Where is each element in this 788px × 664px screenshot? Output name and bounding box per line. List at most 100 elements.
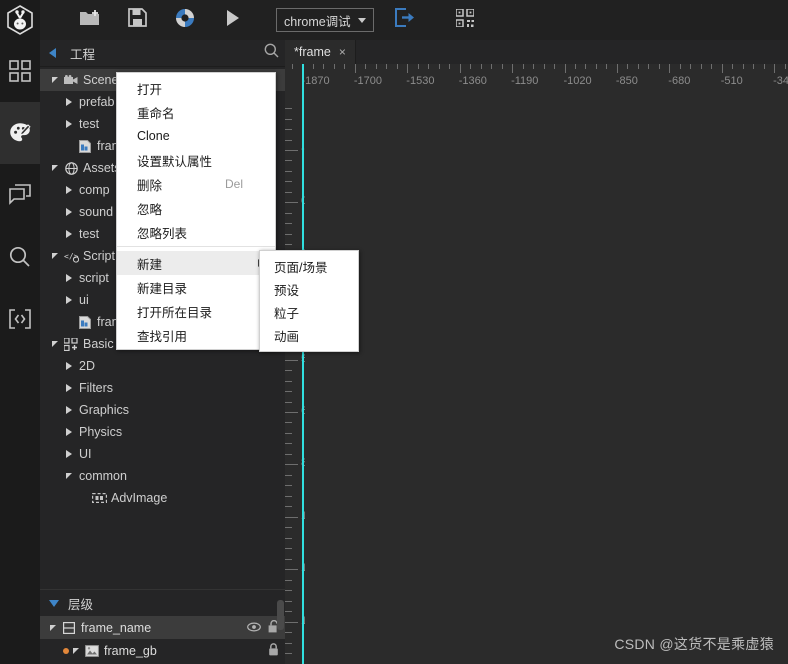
scene-file-icon [76,139,94,153]
ruler-tick [285,212,292,214]
debug-target-select[interactable]: chrome调试 [276,8,374,32]
tree-item-label: Script [83,249,115,263]
context-menu-item[interactable]: 新建 [117,251,275,275]
ruler-tick [285,223,292,225]
ruler-tick [285,191,292,193]
ruler-tick [292,64,294,69]
hierarchy-panel-header[interactable]: 层级 [40,590,285,616]
tree-twisty[interactable] [62,450,76,458]
tree-item[interactable]: Filters [40,377,285,399]
tree-twisty[interactable] [62,473,76,479]
chevron-right-icon [66,362,72,370]
chevron-right-icon [66,450,72,458]
canvas-viewport[interactable] [305,90,788,664]
chevron-right-icon [66,274,72,282]
rail-item-code[interactable] [0,288,40,350]
hierarchy-twisty[interactable] [69,647,83,654]
tree-twisty[interactable] [62,208,76,216]
save-button[interactable] [120,6,154,34]
project-scrollbar[interactable] [277,600,284,630]
submenu-item[interactable]: 页面/场景 [260,255,358,278]
tree-item[interactable]: 2D [40,355,285,377]
ruler-tick [285,129,292,131]
ruler-label: -1700 [353,75,383,87]
context-menu-item[interactable]: 打开 [117,76,275,100]
triangle-down-icon [49,599,59,607]
context-menu-item[interactable]: 重命名 [117,100,275,124]
context-menu-item[interactable]: 新建目录 [117,275,275,299]
eye-icon[interactable] [247,621,261,635]
tab-frame[interactable]: *frame × [285,40,356,64]
context-menu-item[interactable]: 打开所在目录 [117,299,275,323]
ruler-tick [285,422,292,424]
hierarchy-row[interactable]: frame_gb [40,639,285,662]
lock-icon[interactable] [268,642,279,659]
tree-twisty[interactable] [62,120,76,128]
tree-twisty[interactable] [62,296,76,304]
ruler-tick [285,412,298,413]
project-search-button[interactable] [257,43,285,63]
chat-bubbles-icon [8,183,32,207]
tree-item[interactable]: Physics [40,421,285,443]
tree-twisty[interactable] [48,341,62,347]
tree-item[interactable]: AdvImage [40,487,285,509]
pinwheel-build-icon [175,8,195,33]
submenu-item-label: 预设 [274,284,300,298]
tree-twisty[interactable] [62,230,76,238]
context-menu-item[interactable]: 忽略 [117,196,275,220]
close-icon[interactable]: × [339,45,346,59]
rail-item-console[interactable] [0,164,40,226]
tree-item[interactable]: UI [40,443,285,465]
ruler-tick [285,108,292,110]
tree-twisty[interactable] [62,384,76,392]
rail-item-grid-view[interactable] [0,40,40,102]
tree-twisty[interactable] [62,362,76,370]
submenu-item[interactable]: 动画 [260,324,358,347]
context-menu[interactable]: 打开 重命名 Clone 设置默认属性删除 Del 忽略 忽略列表新建 新建目录 打开所在目录查… [116,72,276,350]
context-submenu-new[interactable]: 页面/场景预设粒子 动画 [259,250,359,352]
tree-item[interactable]: common [40,465,285,487]
tree-item-label: Graphics [79,403,130,417]
build-button[interactable] [168,6,202,34]
ruler-tick [285,118,292,120]
rail-item-assets[interactable] [0,102,40,164]
export-button[interactable] [388,6,422,34]
ruler-tick [285,181,292,183]
submenu-item[interactable]: 预设 [260,278,358,301]
context-menu-item-label: 设置默认属性 [137,154,213,169]
submenu-item[interactable]: 粒子 [260,301,358,324]
hierarchy-row[interactable]: frame_name [40,616,285,639]
tree-twisty[interactable] [48,165,62,171]
context-menu-item[interactable]: Clone [117,124,275,148]
tree-twisty[interactable] [62,274,76,282]
hierarchy-list[interactable]: frame_name frame_gb [40,616,285,662]
tree-twisty[interactable] [62,428,76,436]
tree-twisty[interactable] [48,77,62,83]
hierarchy-row-label: frame_name [81,620,152,635]
triangle-left-icon [48,48,56,58]
tree-item[interactable]: Graphics [40,399,285,421]
hierarchy-collapse-button[interactable] [40,599,68,607]
ruler-tick [700,64,702,69]
run-button[interactable] [216,6,250,34]
tree-twisty[interactable] [62,98,76,106]
qrcode-button[interactable] [448,6,482,34]
context-menu-item[interactable]: 删除 Del [117,172,275,196]
tree-twisty[interactable] [62,186,76,194]
tree-item-label: Assets [83,161,121,175]
new-folder-button[interactable] [72,6,106,34]
ruler-tick [742,64,744,69]
tree-twisty[interactable] [62,406,76,414]
context-menu-item[interactable]: 设置默认属性 [117,148,275,172]
chevron-down-icon [66,473,72,479]
chevron-right-icon [66,296,72,304]
context-menu-item[interactable]: 查找引用 [117,323,275,347]
tree-item-label: Basic [83,337,114,351]
tree-twisty[interactable] [48,253,62,259]
rail-item-search[interactable] [0,226,40,288]
hierarchy-twisty[interactable] [46,624,60,631]
project-collapse-button[interactable] [40,48,64,58]
context-menu-item[interactable]: 忽略列表 [117,220,275,244]
grid-squares-icon [9,60,31,82]
context-menu-item-label: 查找引用 [137,329,188,344]
